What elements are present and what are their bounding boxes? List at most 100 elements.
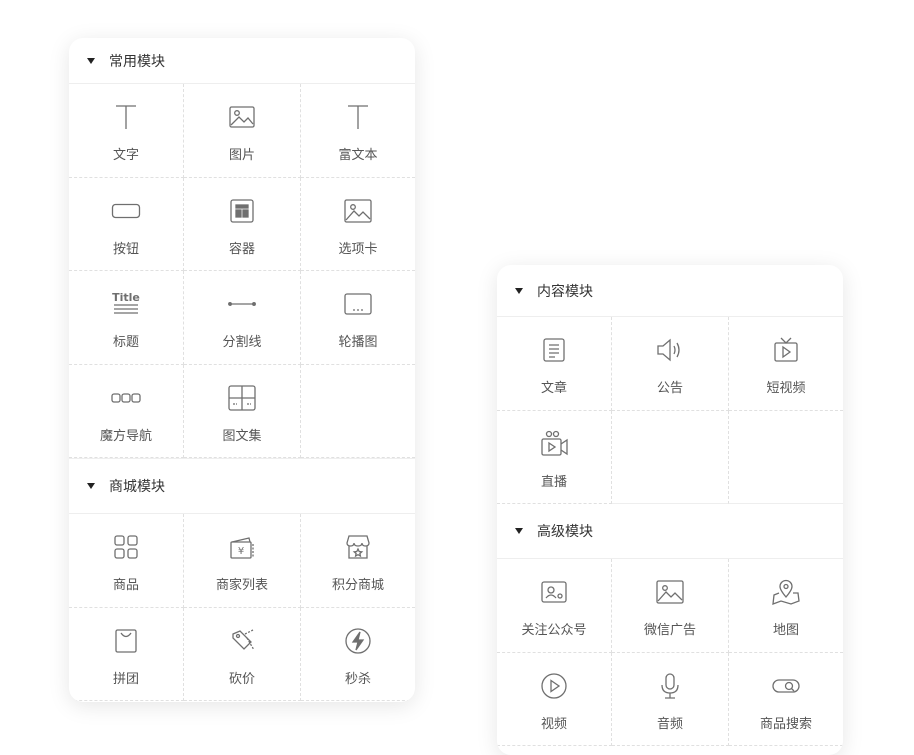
map-icon	[769, 575, 803, 609]
common-modules-panel: 常用模块 文字 图片 富文本 按钮 容器 选项卡 Title 标题 分割线 轮播…	[69, 38, 415, 702]
module-label: 地图	[772, 623, 799, 638]
bag-icon	[109, 624, 143, 658]
module-title[interactable]: Title 标题	[69, 271, 184, 365]
module-label: 轮播图	[338, 335, 378, 350]
module-label: 商品	[112, 578, 139, 593]
module-container[interactable]: 容器	[184, 177, 301, 271]
section-header-content[interactable]: 内容模块	[497, 265, 843, 317]
empty-cell	[301, 365, 415, 458]
module-tabs[interactable]: 选项卡	[301, 178, 415, 271]
module-wechat-ad[interactable]: 微信广告	[612, 559, 729, 653]
empty-cell	[612, 410, 729, 504]
title-icon: Title	[109, 287, 143, 321]
module-carousel[interactable]: 轮播图	[301, 271, 415, 365]
section-header-advanced[interactable]: 高级模块	[497, 504, 843, 559]
module-label: 按钮	[112, 241, 139, 257]
module-label: 视频	[540, 716, 567, 732]
empty-cell	[729, 411, 843, 504]
tabs-icon	[341, 194, 375, 228]
module-flash-sale[interactable]: 秒杀	[301, 608, 415, 701]
gallery-icon	[225, 381, 259, 415]
module-gallery[interactable]: 图文集	[184, 364, 301, 458]
module-goods[interactable]: 商品	[69, 514, 184, 608]
speaker-icon	[653, 333, 687, 367]
module-cube-nav[interactable]: 魔方导航	[69, 364, 184, 458]
section-header-mall[interactable]: 商城模块	[69, 458, 415, 514]
module-group-buy[interactable]: 拼团	[69, 607, 184, 701]
module-grid-content: 文章 公告 短视频 直播	[497, 317, 843, 504]
content-modules-panel: 内容模块 文章 公告 短视频 直播 高级模块 关注公众号 微信广告 地图 视频 …	[497, 265, 843, 755]
module-label: 短视频	[766, 381, 806, 396]
module-label: 魔方导航	[99, 428, 152, 444]
flash-icon	[341, 624, 375, 658]
module-divider[interactable]: 分割线	[184, 271, 301, 365]
module-label: 商家列表	[215, 578, 268, 593]
caret-down-icon	[515, 528, 523, 534]
module-audio[interactable]: 音频	[612, 652, 729, 746]
module-richtext[interactable]: 富文本	[301, 84, 415, 178]
module-image[interactable]: 图片	[184, 84, 301, 178]
module-label: 直播	[540, 474, 567, 490]
container-icon	[225, 194, 259, 228]
module-label: 音频	[656, 716, 683, 732]
caret-down-icon	[515, 287, 523, 294]
module-label: 拼团	[112, 671, 139, 687]
tv-play-icon	[769, 333, 803, 367]
module-live[interactable]: 直播	[497, 410, 612, 504]
module-article[interactable]: 文章	[497, 317, 612, 411]
live-camera-icon	[537, 427, 571, 461]
module-label: 文字	[112, 148, 139, 163]
module-video[interactable]: 视频	[497, 652, 612, 746]
divider-icon	[225, 287, 259, 321]
module-label: 商品搜索	[759, 716, 812, 732]
richtext-icon	[341, 100, 375, 134]
module-label: 关注公众号	[521, 623, 587, 638]
module-label: 公告	[656, 381, 683, 396]
cube-nav-icon	[109, 381, 143, 415]
merchant-list-icon: ¥	[225, 530, 259, 564]
module-label: 砍价	[228, 671, 255, 687]
section-title: 常用模块	[109, 53, 165, 70]
module-follow-account[interactable]: 关注公众号	[497, 559, 612, 653]
module-label: 选项卡	[338, 241, 378, 257]
module-label: 积分商城	[331, 578, 384, 593]
grid-icon	[109, 530, 143, 564]
video-play-icon	[537, 669, 571, 703]
module-label: 分割线	[222, 335, 262, 350]
module-label: 秒杀	[344, 671, 371, 687]
section-header-common[interactable]: 常用模块	[69, 38, 415, 84]
module-bargain[interactable]: 砍价	[184, 607, 301, 701]
caret-down-icon	[87, 57, 95, 64]
image-icon	[225, 100, 259, 134]
section-title: 内容模块	[537, 283, 593, 300]
module-label: 容器	[228, 241, 255, 257]
search-toggle-icon	[769, 669, 803, 703]
carousel-icon	[341, 287, 375, 321]
module-goods-search[interactable]: 商品搜索	[729, 653, 843, 746]
module-grid-common: 文字 图片 富文本 按钮 容器 选项卡 Title 标题 分割线 轮播图 魔方导…	[69, 84, 415, 458]
module-merchant-list[interactable]: ¥ 商家列表	[184, 514, 301, 608]
module-label: 文章	[540, 381, 567, 396]
module-label: 标题	[112, 335, 139, 350]
text-icon	[109, 100, 143, 134]
module-points-mall[interactable]: 积分商城	[301, 514, 415, 608]
module-notice[interactable]: 公告	[612, 317, 729, 411]
module-short-video[interactable]: 短视频	[729, 317, 843, 411]
module-label: 图文集	[222, 428, 262, 444]
section-title: 商城模块	[109, 479, 165, 495]
section-title: 高级模块	[537, 524, 593, 540]
module-label: 图片	[228, 148, 255, 163]
bargain-tag-icon	[225, 624, 259, 658]
wechat-ad-icon	[653, 575, 687, 609]
svg-text:Title: Title	[112, 291, 140, 304]
module-label: 微信广告	[643, 623, 696, 638]
follow-account-icon	[537, 575, 571, 609]
module-map[interactable]: 地图	[729, 559, 843, 653]
button-icon	[109, 194, 143, 228]
module-text[interactable]: 文字	[69, 84, 184, 178]
module-button[interactable]: 按钮	[69, 177, 184, 271]
store-icon	[341, 530, 375, 564]
module-label: 富文本	[338, 148, 378, 163]
caret-down-icon	[87, 483, 95, 489]
svg-text:¥: ¥	[238, 546, 244, 557]
